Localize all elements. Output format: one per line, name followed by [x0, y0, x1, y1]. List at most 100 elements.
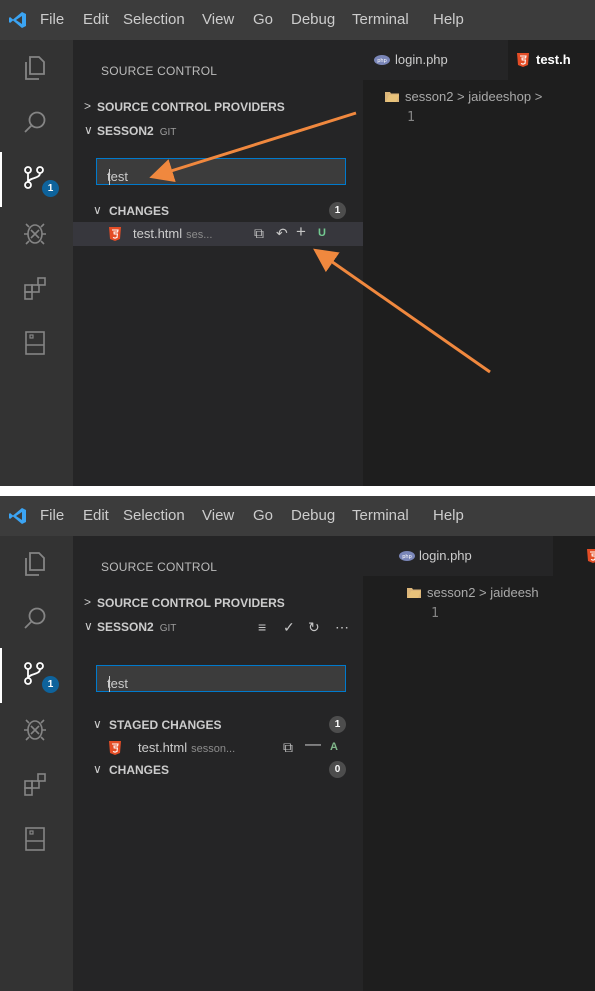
chevron-down-icon: ∨ — [93, 762, 102, 776]
menu-go[interactable]: Go — [253, 11, 273, 28]
changes-group-header[interactable]: ∨ CHANGES 1 — [73, 200, 363, 222]
activity-source-control[interactable]: 1 — [0, 152, 73, 207]
menu-file[interactable]: File — [40, 507, 64, 524]
repo-section-header[interactable]: ∨ SESSON2 GIT ≡ ✓ ↻ ⋯ — [73, 616, 363, 638]
commit-message-input[interactable]: test — [96, 158, 346, 185]
providers-label: SOURCE CONTROL PROVIDERS — [97, 100, 285, 114]
more-actions-icon[interactable]: ⋯ — [335, 619, 349, 636]
activity-extensions[interactable] — [0, 262, 73, 317]
menu-view[interactable]: View — [202, 507, 234, 524]
remote-icon — [25, 827, 45, 851]
text-caret — [109, 169, 110, 185]
staged-changes-label: STAGED CHANGES — [109, 718, 222, 732]
chevron-down-icon: ∨ — [84, 123, 93, 137]
editor-tabs: php login.php — [363, 536, 595, 576]
extensions-icon — [24, 773, 46, 796]
breadcrumb[interactable]: sesson2 > jaideesh — [407, 585, 539, 600]
breadcrumb-text: sesson2 > jaideeshop > — [405, 89, 543, 104]
activity-explorer[interactable] — [0, 538, 73, 593]
repo-section-header[interactable]: ∨ SESSON2 GIT — [73, 120, 363, 142]
menu-selection[interactable]: Selection — [123, 11, 185, 28]
menu-edit[interactable]: Edit — [83, 11, 109, 28]
sidebar-title: SOURCE CONTROL — [101, 64, 218, 78]
staged-count-badge: 1 — [329, 716, 346, 733]
activity-search[interactable] — [0, 97, 73, 152]
screenshot-before-staging: File Edit Selection View Go Debug Termin… — [0, 0, 595, 486]
menu-help[interactable]: Help — [433, 11, 464, 28]
menu-bar: File Edit Selection View Go Debug Termin… — [0, 496, 595, 536]
search-icon — [24, 607, 46, 629]
menu-terminal[interactable]: Terminal — [352, 507, 409, 524]
menu-go[interactable]: Go — [253, 507, 273, 524]
html5-file-icon — [517, 53, 529, 67]
open-file-icon[interactable]: ⧉ — [283, 739, 293, 756]
file-name: test.html — [138, 740, 188, 755]
debug-icon — [24, 719, 46, 741]
debug-icon — [24, 223, 46, 245]
tab-login-php[interactable]: php login.php — [363, 40, 508, 80]
breadcrumb[interactable]: sesson2 > jaideeshop > — [385, 89, 542, 104]
chevron-down-icon: ∨ — [93, 203, 102, 217]
activity-extensions[interactable] — [0, 758, 73, 813]
commit-message-text: test — [107, 169, 128, 184]
menu-file[interactable]: File — [40, 11, 64, 28]
menu-selection[interactable]: Selection — [123, 507, 185, 524]
unstage-changes-icon[interactable]: — — [305, 736, 321, 754]
extensions-icon — [24, 277, 46, 300]
menu-bar: File Edit Selection View Go Debug Termin… — [0, 0, 595, 40]
tab-login-php[interactable]: php login.php — [363, 536, 553, 576]
discard-changes-icon[interactable]: ↶ — [276, 225, 288, 242]
changes-group-header[interactable]: ∨ CHANGES 0 — [73, 759, 363, 781]
view-as-list-icon[interactable]: ≡ — [258, 619, 266, 635]
menu-help[interactable]: Help — [433, 507, 464, 524]
menu-view[interactable]: View — [202, 11, 234, 28]
file-path: ses... — [186, 229, 213, 241]
editor-area: php login.php test.h sesson2 > jaideesho… — [363, 40, 595, 486]
html5-file-icon — [109, 227, 121, 241]
editor-area: php login.php sesson2 > jaideesh 1 — [363, 536, 595, 991]
html5-file-icon — [109, 741, 121, 755]
menu-debug[interactable]: Debug — [291, 11, 335, 28]
activity-debug[interactable] — [0, 703, 73, 758]
menu-debug[interactable]: Debug — [291, 507, 335, 524]
folder-icon — [407, 588, 421, 598]
explorer-icon — [25, 552, 45, 576]
activity-remote[interactable] — [0, 813, 73, 868]
file-status-added: A — [330, 741, 338, 753]
activity-debug[interactable] — [0, 207, 73, 262]
activity-source-control[interactable]: 1 — [0, 648, 73, 703]
tab-label: login.php — [395, 52, 448, 67]
changed-file-row[interactable]: test.html ses... ⧉ ↶ + U — [73, 222, 363, 246]
tab-test-html[interactable]: test.h — [508, 40, 595, 80]
text-caret — [109, 676, 110, 692]
source-control-badge: 1 — [42, 676, 59, 693]
providers-section-header[interactable]: > SOURCE CONTROL PROVIDERS — [73, 96, 363, 118]
screenshot-after-staging: File Edit Selection View Go Debug Termin… — [0, 496, 595, 991]
html5-file-icon — [587, 549, 595, 563]
php-file-icon: php — [374, 55, 390, 65]
tab-test-html[interactable] — [553, 536, 595, 576]
commit-message-input[interactable]: test — [96, 665, 346, 692]
activity-remote[interactable] — [0, 317, 73, 372]
menu-edit[interactable]: Edit — [83, 507, 109, 524]
sidebar-title: SOURCE CONTROL — [101, 560, 218, 574]
open-file-icon[interactable]: ⧉ — [254, 225, 264, 242]
activity-search[interactable] — [0, 593, 73, 648]
file-name: test.html — [133, 226, 183, 241]
staged-changes-group-header[interactable]: ∨ STAGED CHANGES 1 — [73, 714, 363, 736]
refresh-icon[interactable]: ↻ — [308, 619, 320, 636]
vscode-logo-icon — [9, 508, 26, 524]
menu-terminal[interactable]: Terminal — [352, 11, 409, 28]
providers-section-header[interactable]: > SOURCE CONTROL PROVIDERS — [73, 592, 363, 614]
activity-explorer[interactable] — [0, 42, 73, 97]
changes-label: CHANGES — [109, 204, 170, 218]
repo-tag: GIT — [159, 623, 177, 634]
changes-label: CHANGES — [109, 763, 170, 777]
chevron-down-icon: ∨ — [93, 717, 102, 731]
staged-file-row[interactable]: test.html sesson... ⧉ — A — [73, 736, 363, 760]
commit-check-icon[interactable]: ✓ — [283, 619, 295, 636]
activity-bar: 1 — [0, 40, 73, 486]
line-number: 1 — [407, 110, 415, 125]
stage-changes-icon[interactable]: + — [296, 222, 306, 242]
repo-label: SESSON2 — [97, 124, 154, 138]
